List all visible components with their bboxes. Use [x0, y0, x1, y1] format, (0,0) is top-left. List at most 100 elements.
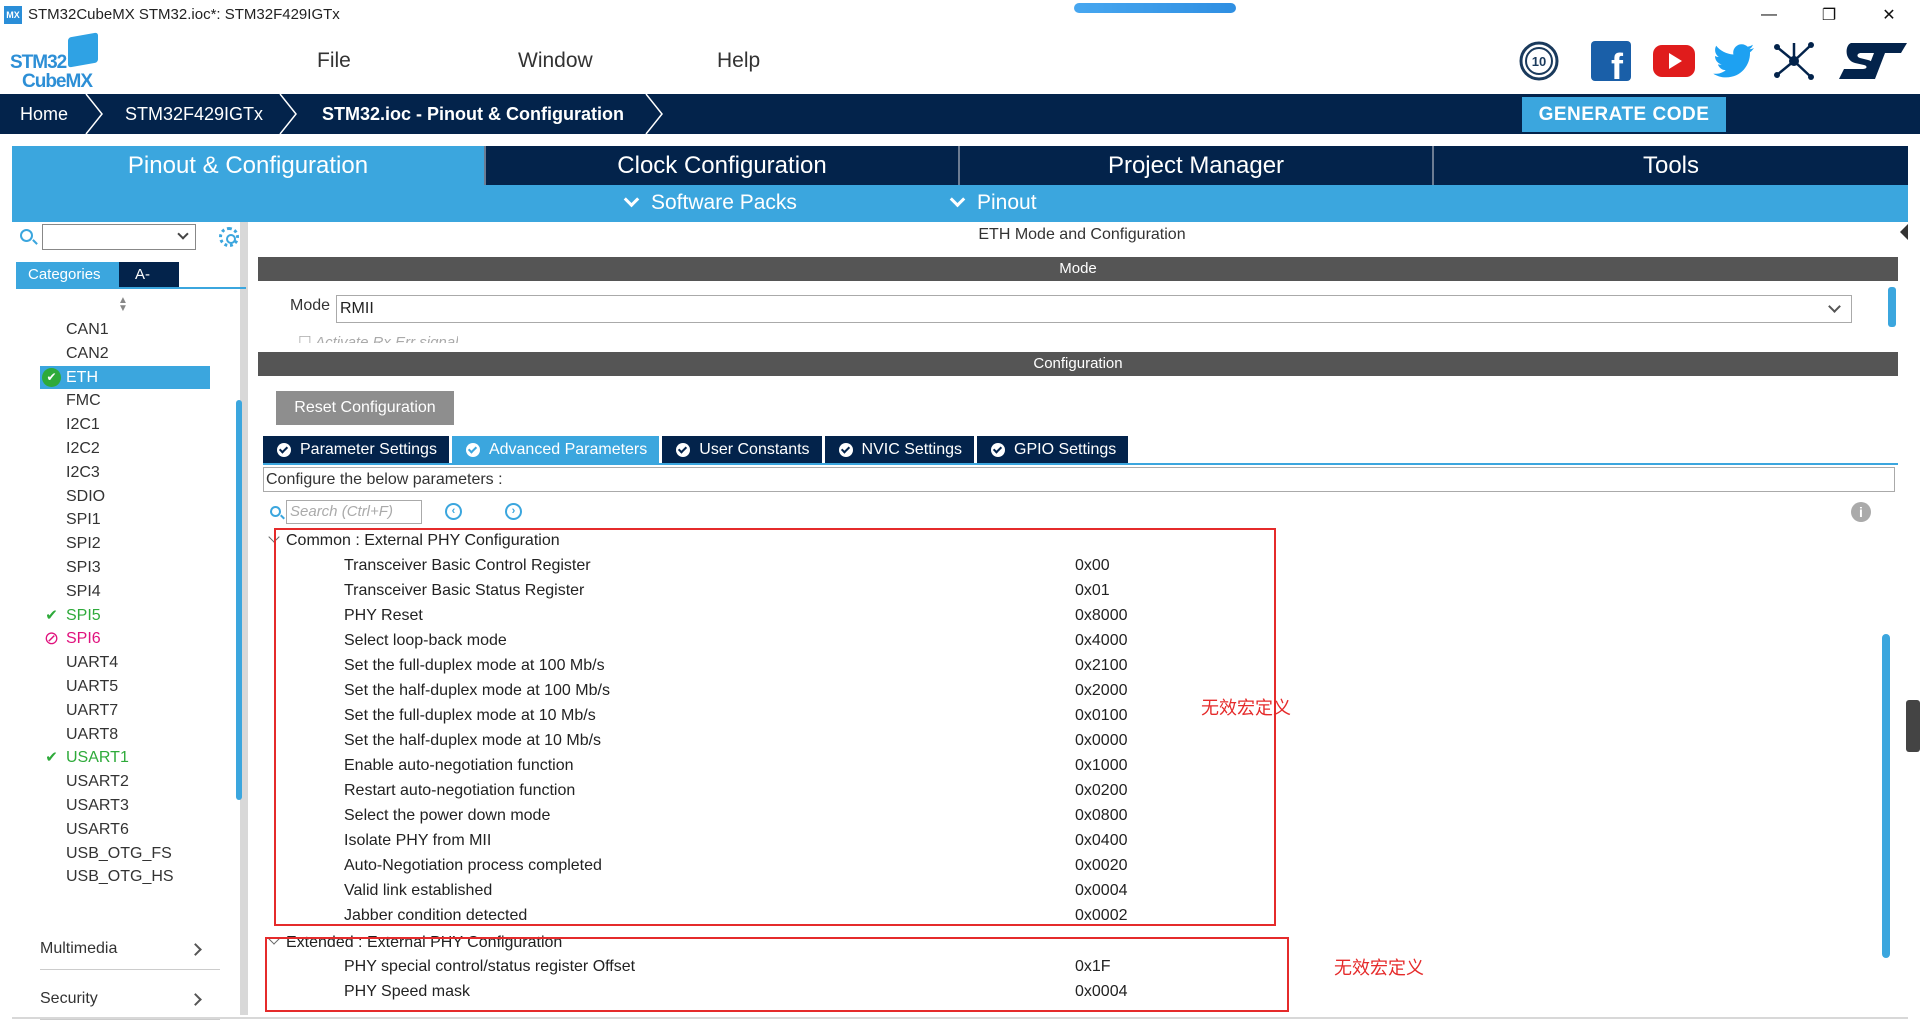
- tab-parameter-settings[interactable]: Parameter Settings: [263, 436, 449, 463]
- sidebar-item-uart8[interactable]: UART8: [40, 723, 210, 747]
- sidebar-item-i2c2[interactable]: I2C2: [40, 437, 210, 461]
- check-icon: ✔: [45, 606, 58, 624]
- generate-code-button[interactable]: GENERATE CODE: [1522, 97, 1726, 132]
- breadcrumb-device[interactable]: STM32F429IGTx: [125, 94, 263, 134]
- next-match-icon[interactable]: ›: [505, 503, 522, 520]
- sidebar-item-usart2[interactable]: USART2: [40, 770, 210, 794]
- youtube-icon[interactable]: [1652, 41, 1696, 81]
- left-scrollbar[interactable]: [236, 400, 242, 800]
- sidebar-item-label: SPI3: [66, 558, 101, 576]
- twitter-icon[interactable]: [1712, 41, 1756, 81]
- logo-text-line2: CubeMX: [22, 71, 93, 92]
- sidebar-item-spi5[interactable]: ✔ SPI5: [40, 604, 210, 628]
- tab-project-manager[interactable]: Project Manager: [960, 146, 1434, 185]
- sidebar-item-uart7[interactable]: UART7: [40, 699, 210, 723]
- peripheral-search-select[interactable]: [42, 224, 196, 250]
- breadcrumb-separator-icon: [279, 94, 297, 134]
- section-security[interactable]: Security: [40, 990, 220, 1020]
- sidebar-item-uart5[interactable]: UART5: [40, 675, 210, 699]
- check-circle-icon: [465, 442, 480, 457]
- sidebar-item-label: UART8: [66, 725, 119, 743]
- activate-rx-err-checkbox[interactable]: ☐ Activate Rx Err signal: [298, 333, 458, 343]
- sidebar-item-usart1[interactable]: ✔ USART1: [40, 746, 210, 770]
- sidebar-item-label: CAN1: [66, 321, 109, 338]
- sidebar-item-can1[interactable]: CAN1: [40, 318, 210, 342]
- menu-file[interactable]: File: [317, 49, 351, 73]
- sort-icon[interactable]: ▲ ▼: [118, 296, 128, 314]
- sidebar-item-usb_otg_hs[interactable]: USB_OTG_HS: [40, 865, 210, 889]
- tab-label: Advanced Parameters: [488, 441, 648, 458]
- sidebar-item-label: SDIO: [66, 487, 106, 505]
- tab-nvic-settings[interactable]: NVIC Settings: [824, 436, 975, 463]
- network-icon[interactable]: [1772, 41, 1816, 81]
- sidebar-item-i2c1[interactable]: I2C1: [40, 413, 210, 437]
- tab-categories[interactable]: Categories: [16, 262, 119, 287]
- sidebar-item-label: SPI4: [66, 582, 101, 600]
- sidebar-item-label: I2C1: [66, 416, 100, 434]
- sidebar-item-label: SPI1: [66, 511, 101, 529]
- sidebar-item-fmc[interactable]: FMC: [40, 389, 210, 413]
- search-icon[interactable]: [20, 229, 33, 242]
- sidebar-item-label: USART3: [66, 796, 129, 814]
- configure-description: Configure the below parameters :: [263, 467, 1895, 492]
- sidebar-item-spi4[interactable]: SPI4: [40, 580, 210, 604]
- tab-a-z[interactable]: A->Z: [119, 262, 179, 308]
- breadcrumb-home[interactable]: Home: [20, 94, 68, 134]
- tab-gpio-settings[interactable]: GPIO Settings: [977, 436, 1129, 463]
- parameter-search-input[interactable]: Search (Ctrl+F): [286, 500, 422, 524]
- tab-label: Parameter Settings: [300, 441, 437, 458]
- menu-help[interactable]: Help: [717, 49, 760, 73]
- sidebar-item-can2[interactable]: CAN2: [40, 342, 210, 366]
- sidebar-item-usart6[interactable]: USART6: [40, 818, 210, 842]
- anniversary-number: 10: [1532, 54, 1546, 69]
- sidebar-item-spi6[interactable]: ⊘ SPI6: [40, 627, 210, 651]
- sidebar-item-uart4[interactable]: UART4: [40, 651, 210, 675]
- st-logo-icon: [1836, 41, 1910, 81]
- sidebar-item-usb_otg_fs[interactable]: USB_OTG_FS: [40, 842, 210, 866]
- anniversary-icon[interactable]: 10: [1518, 41, 1560, 81]
- section-multimedia[interactable]: Multimedia: [40, 940, 220, 970]
- sidebar-item-label: FMC: [66, 392, 101, 410]
- mode-scrollbar[interactable]: [1888, 287, 1896, 327]
- gear-icon[interactable]: [219, 227, 239, 247]
- pinout-menu[interactable]: Pinout: [949, 191, 1037, 215]
- side-grip-handle[interactable]: [1906, 700, 1920, 752]
- sidebar-item-spi3[interactable]: SPI3: [40, 556, 210, 580]
- breadcrumb-separator-icon: [645, 94, 663, 134]
- sidebar-item-i2c3[interactable]: I2C3: [40, 461, 210, 485]
- sidebar-item-label: USART2: [66, 773, 129, 791]
- annotation-box-extended: [265, 937, 1289, 1012]
- restore-button[interactable]: ❐: [1800, 0, 1858, 29]
- menu-window[interactable]: Window: [518, 49, 593, 73]
- chevron-down-icon: [1828, 300, 1841, 313]
- category-tab-underline: [16, 287, 246, 289]
- chevron-down-icon: [949, 191, 966, 208]
- tab-tools[interactable]: Tools: [1434, 146, 1908, 185]
- tab-clock-configuration[interactable]: Clock Configuration: [486, 146, 960, 185]
- cube-icon: [68, 32, 98, 68]
- bottom-divider: [12, 1017, 1908, 1019]
- sidebar-item-label: UART4: [66, 654, 119, 672]
- sidebar-item-label: USART6: [66, 820, 129, 838]
- info-icon[interactable]: i: [1851, 502, 1871, 522]
- breadcrumb: Home STM32F429IGTx STM32.ioc - Pinout & …: [0, 94, 1920, 134]
- progress-bar: [1074, 3, 1236, 13]
- reset-configuration-button[interactable]: Reset Configuration: [276, 391, 454, 425]
- tab-user-constants[interactable]: User Constants: [662, 436, 822, 463]
- mode-select[interactable]: RMII: [336, 295, 1852, 323]
- close-button[interactable]: ✕: [1860, 0, 1918, 29]
- sidebar-item-sdio[interactable]: SDIO: [40, 485, 210, 509]
- check-circle-icon: [991, 442, 1006, 457]
- sidebar-item-eth[interactable]: ✔ ETH: [40, 365, 210, 390]
- tab-pinout-configuration[interactable]: Pinout & Configuration: [12, 146, 486, 185]
- tab-label: User Constants: [699, 441, 810, 458]
- minimize-button[interactable]: —: [1740, 0, 1798, 29]
- sidebar-item-spi2[interactable]: SPI2: [40, 532, 210, 556]
- sidebar-item-usart3[interactable]: USART3: [40, 794, 210, 818]
- sidebar-item-spi1[interactable]: SPI1: [40, 508, 210, 532]
- software-packs-menu[interactable]: Software Packs: [623, 191, 797, 215]
- previous-match-icon[interactable]: ‹: [445, 503, 462, 520]
- right-scrollbar[interactable]: [1882, 634, 1890, 958]
- facebook-icon[interactable]: f: [1590, 41, 1632, 81]
- tab-advanced-parameters[interactable]: Advanced Parameters: [451, 436, 660, 463]
